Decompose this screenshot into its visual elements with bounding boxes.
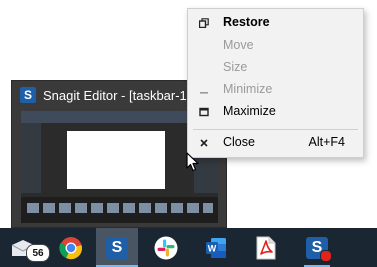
acrobat-icon	[256, 236, 276, 259]
preview-left-panel	[21, 123, 41, 193]
taskbar-mail[interactable]: 56	[2, 228, 50, 267]
minimize-icon	[198, 84, 210, 96]
preview-tray	[21, 197, 218, 223]
menu-separator	[193, 129, 358, 130]
chrome-icon	[59, 236, 82, 259]
snagit-icon: S	[20, 87, 36, 103]
mouse-cursor-icon	[186, 152, 199, 172]
menu-item-move: Move	[223, 38, 254, 52]
menu-item-minimize: Minimize	[188, 79, 363, 101]
menu-item-size: Size	[223, 60, 248, 74]
word-icon: W	[206, 237, 226, 258]
taskbar-chrome[interactable]	[50, 228, 92, 267]
menu-item-restore[interactable]: Restore	[188, 12, 363, 34]
svg-text:W: W	[208, 243, 217, 253]
snagit-capture-icon: S	[306, 236, 332, 262]
slack-icon	[154, 236, 178, 259]
preview-canvas	[67, 131, 165, 189]
taskbar-acrobat[interactable]	[245, 228, 287, 267]
taskbar-snagit-capture[interactable]: S	[296, 228, 338, 267]
menu-item-close[interactable]: Close Alt+F4	[188, 132, 363, 154]
taskbar-slack[interactable]	[145, 228, 187, 267]
restore-icon	[198, 17, 210, 29]
unread-count-badge: 56	[26, 244, 50, 262]
maximize-icon	[198, 106, 210, 118]
menu-item-maximize[interactable]: Maximize	[188, 101, 363, 123]
close-shortcut: Alt+F4	[308, 135, 345, 149]
desktop: S Snagit Editor - [taskbar-1.... Restore…	[0, 0, 377, 267]
snagit-editor-icon: S	[106, 236, 128, 259]
taskbar-snagit-editor[interactable]: S	[96, 228, 138, 267]
taskbar-word[interactable]: W	[195, 228, 237, 267]
close-icon	[198, 137, 210, 149]
window-context-menu: Restore Move Size Minimize Maximize Clos…	[187, 8, 364, 158]
taskbar: 56 S W S	[0, 228, 377, 267]
